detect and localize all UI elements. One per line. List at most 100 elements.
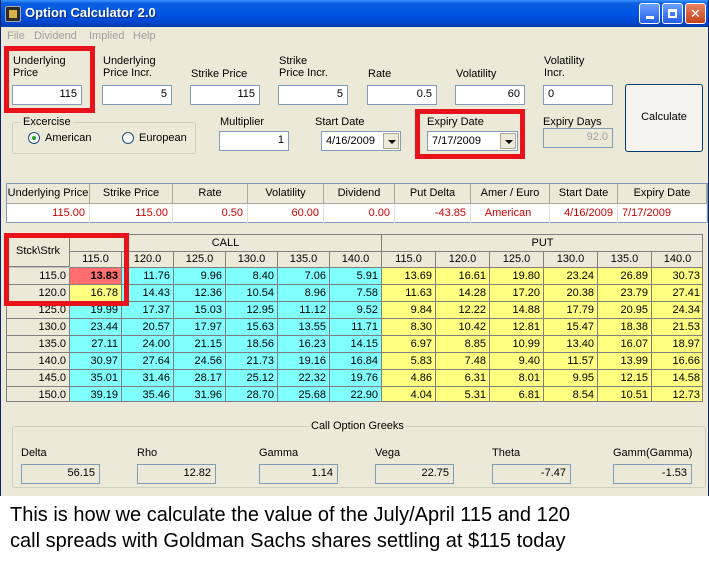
call-price-cell[interactable]: 15.63 xyxy=(226,319,278,336)
menu-help[interactable]: Help xyxy=(133,30,156,42)
call-price-cell[interactable]: 31.46 xyxy=(122,370,174,387)
put-price-cell[interactable]: 15.47 xyxy=(544,319,598,336)
call-price-cell[interactable]: 24.00 xyxy=(122,336,174,353)
call-price-cell[interactable]: 25.68 xyxy=(278,387,330,401)
call-price-cell[interactable]: 11.12 xyxy=(278,302,330,319)
put-price-cell[interactable]: 4.86 xyxy=(382,370,436,387)
call-price-cell[interactable]: 24.56 xyxy=(174,353,226,370)
put-price-cell[interactable]: 17.79 xyxy=(544,302,598,319)
call-price-cell[interactable]: 30.97 xyxy=(70,353,122,370)
put-price-cell[interactable]: 8.01 xyxy=(490,370,544,387)
put-price-cell[interactable]: 8.54 xyxy=(544,387,598,401)
strike-incr-input[interactable]: 5 xyxy=(278,85,348,105)
put-price-cell[interactable]: 6.97 xyxy=(382,336,436,353)
call-price-cell[interactable]: 19.76 xyxy=(330,370,382,387)
put-price-cell[interactable]: 23.79 xyxy=(598,285,652,302)
start-date-select[interactable]: 4/16/2009 xyxy=(321,131,401,151)
call-price-cell[interactable]: 22.90 xyxy=(330,387,382,401)
call-price-cell[interactable]: 15.03 xyxy=(174,302,226,319)
put-price-cell[interactable]: 20.38 xyxy=(544,285,598,302)
call-price-cell[interactable]: 13.55 xyxy=(278,319,330,336)
menu-implied[interactable]: Implied xyxy=(89,30,124,42)
put-price-cell[interactable]: 8.85 xyxy=(436,336,490,353)
call-price-cell[interactable]: 27.11 xyxy=(70,336,122,353)
call-price-cell[interactable]: 27.64 xyxy=(122,353,174,370)
put-price-cell[interactable]: 9.95 xyxy=(544,370,598,387)
put-price-cell[interactable]: 17.20 xyxy=(490,285,544,302)
menu-file[interactable]: File xyxy=(7,30,25,42)
put-price-cell[interactable]: 19.80 xyxy=(490,268,544,285)
stock-price-row-header[interactable]: 145.0 xyxy=(7,370,70,387)
put-price-cell[interactable]: 9.84 xyxy=(382,302,436,319)
call-price-cell[interactable]: 16.23 xyxy=(278,336,330,353)
call-price-cell[interactable]: 25.12 xyxy=(226,370,278,387)
put-price-cell[interactable]: 12.81 xyxy=(490,319,544,336)
multiplier-input[interactable]: 1 xyxy=(219,131,289,151)
put-price-cell[interactable]: 6.31 xyxy=(436,370,490,387)
call-price-cell[interactable]: 28.70 xyxy=(226,387,278,401)
call-price-cell[interactable]: 7.58 xyxy=(330,285,382,302)
call-price-cell[interactable]: 19.16 xyxy=(278,353,330,370)
put-price-cell[interactable]: 11.63 xyxy=(382,285,436,302)
call-price-cell[interactable]: 9.96 xyxy=(174,268,226,285)
put-price-cell[interactable]: 6.81 xyxy=(490,387,544,401)
title-bar[interactable]: Option Calculator 2.0 ✕ xyxy=(1,0,708,27)
stock-price-row-header[interactable]: 150.0 xyxy=(7,387,70,401)
put-price-cell[interactable]: 14.58 xyxy=(652,370,702,387)
call-price-cell[interactable]: 14.43 xyxy=(122,285,174,302)
chevron-down-icon[interactable] xyxy=(383,133,399,149)
call-price-cell[interactable]: 11.71 xyxy=(330,319,382,336)
european-radio[interactable] xyxy=(122,132,134,144)
put-price-cell[interactable]: 16.61 xyxy=(436,268,490,285)
volatility-input[interactable]: 60 xyxy=(455,85,525,105)
call-price-cell[interactable]: 9.52 xyxy=(330,302,382,319)
put-price-cell[interactable]: 7.48 xyxy=(436,353,490,370)
put-price-cell[interactable]: 10.99 xyxy=(490,336,544,353)
call-price-cell[interactable]: 8.40 xyxy=(226,268,278,285)
call-price-cell[interactable]: 21.73 xyxy=(226,353,278,370)
call-price-cell[interactable]: 17.97 xyxy=(174,319,226,336)
call-price-cell[interactable]: 7.06 xyxy=(278,268,330,285)
put-price-cell[interactable]: 27.41 xyxy=(652,285,702,302)
put-price-cell[interactable]: 8.30 xyxy=(382,319,436,336)
put-price-cell[interactable]: 18.38 xyxy=(598,319,652,336)
stock-price-row-header[interactable]: 135.0 xyxy=(7,336,70,353)
put-price-cell[interactable]: 10.42 xyxy=(436,319,490,336)
strike-price-input[interactable]: 115 xyxy=(190,85,260,105)
call-price-cell[interactable]: 31.96 xyxy=(174,387,226,401)
close-button[interactable]: ✕ xyxy=(685,3,706,24)
put-price-cell[interactable]: 13.40 xyxy=(544,336,598,353)
call-price-cell[interactable]: 16.84 xyxy=(330,353,382,370)
put-price-cell[interactable]: 11.57 xyxy=(544,353,598,370)
call-price-cell[interactable]: 10.54 xyxy=(226,285,278,302)
maximize-button[interactable] xyxy=(662,3,683,24)
put-price-cell[interactable]: 16.66 xyxy=(652,353,702,370)
call-price-cell[interactable]: 18.56 xyxy=(226,336,278,353)
put-price-cell[interactable]: 16.07 xyxy=(598,336,652,353)
put-price-cell[interactable]: 26.89 xyxy=(598,268,652,285)
call-price-cell[interactable]: 21.15 xyxy=(174,336,226,353)
put-price-cell[interactable]: 21.53 xyxy=(652,319,702,336)
call-price-cell[interactable]: 11.76 xyxy=(122,268,174,285)
rate-input[interactable]: 0.5 xyxy=(367,85,437,105)
call-price-cell[interactable]: 14.15 xyxy=(330,336,382,353)
put-price-cell[interactable]: 5.31 xyxy=(436,387,490,401)
menu-dividend[interactable]: Dividend xyxy=(34,30,77,42)
put-price-cell[interactable]: 12.73 xyxy=(652,387,702,401)
call-price-cell[interactable]: 35.01 xyxy=(70,370,122,387)
call-price-cell[interactable]: 8.96 xyxy=(278,285,330,302)
call-price-cell[interactable]: 20.57 xyxy=(122,319,174,336)
put-price-cell[interactable]: 13.69 xyxy=(382,268,436,285)
call-price-cell[interactable]: 23.44 xyxy=(70,319,122,336)
underlying-incr-input[interactable]: 5 xyxy=(102,85,172,105)
call-price-cell[interactable]: 12.95 xyxy=(226,302,278,319)
put-price-cell[interactable]: 18.97 xyxy=(652,336,702,353)
put-price-cell[interactable]: 12.15 xyxy=(598,370,652,387)
call-price-cell[interactable]: 35.46 xyxy=(122,387,174,401)
put-price-cell[interactable]: 12.22 xyxy=(436,302,490,319)
call-price-cell[interactable]: 17.37 xyxy=(122,302,174,319)
call-price-cell[interactable]: 28.17 xyxy=(174,370,226,387)
call-price-cell[interactable]: 12.36 xyxy=(174,285,226,302)
put-price-cell[interactable]: 13.99 xyxy=(598,353,652,370)
stock-price-row-header[interactable]: 130.0 xyxy=(7,319,70,336)
